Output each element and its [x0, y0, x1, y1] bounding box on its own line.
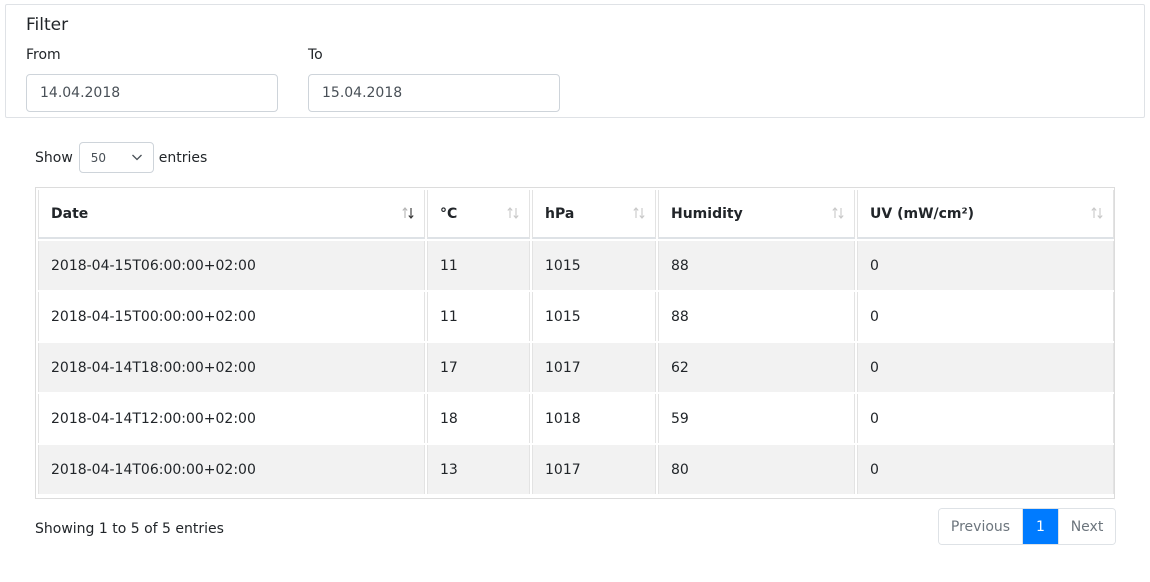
data-table-container: Date °C hPa Humidity UV (mW/cm²) 2018-04-15T…	[35, 187, 1115, 499]
filter-title: Filter	[26, 15, 69, 35]
table-cell: 0	[857, 445, 1114, 494]
table-cell: 0	[857, 343, 1114, 392]
table-cell: 18	[427, 394, 530, 443]
column-header-0[interactable]: Date	[38, 190, 425, 239]
table-cell: 1015	[532, 241, 656, 290]
table-cell: 13	[427, 445, 530, 494]
column-header-3[interactable]: Humidity	[658, 190, 855, 239]
column-header-1[interactable]: °C	[427, 190, 530, 239]
entries-label: entries	[158, 149, 208, 166]
table-row: 2018-04-14T12:00:00+02:00 18 1018 59 0	[38, 394, 1114, 443]
table-cell: 2018-04-15T00:00:00+02:00	[38, 292, 425, 341]
table-cell: 11	[427, 241, 530, 290]
column-header-label: °C	[440, 205, 458, 222]
column-header-2[interactable]: hPa	[532, 190, 656, 239]
table-cell: 1018	[532, 394, 656, 443]
table-cell: 1015	[532, 292, 656, 341]
pagination: Previous 1 Next	[938, 508, 1116, 545]
entries-per-page-select[interactable]: 50	[78, 142, 154, 173]
table-cell: 88	[658, 241, 855, 290]
table-cell: 80	[658, 445, 855, 494]
entries-length-control: Show 50 entries	[35, 142, 207, 173]
table-row: 2018-04-14T18:00:00+02:00 17 1017 62 0	[38, 343, 1114, 392]
show-label: Show	[35, 149, 73, 166]
from-date-input[interactable]	[26, 74, 278, 112]
table-cell: 0	[857, 394, 1114, 443]
table-cell: 2018-04-14T18:00:00+02:00	[38, 343, 425, 392]
chevron-down-icon	[131, 154, 142, 161]
column-header-label: hPa	[545, 205, 575, 222]
table-cell: 11	[427, 292, 530, 341]
column-header-label: UV (mW/cm²)	[870, 205, 975, 222]
table-cell: 62	[658, 343, 855, 392]
table-cell: 2018-04-15T06:00:00+02:00	[38, 241, 425, 290]
table-cell: 0	[857, 241, 1114, 290]
to-label: To	[308, 47, 323, 63]
table-body: 2018-04-15T06:00:00+02:00 11 1015 88 0 2018-0…	[38, 241, 1114, 494]
table-cell: 88	[658, 292, 855, 341]
table-row: 2018-04-15T00:00:00+02:00 11 1015 88 0	[38, 292, 1114, 341]
table-row: 2018-04-14T06:00:00+02:00 13 1017 80 0	[38, 445, 1114, 494]
sort-both-icon	[832, 207, 844, 219]
filter-panel: Filter From To	[5, 4, 1145, 118]
sort-both-icon	[507, 207, 519, 219]
table-cell: 59	[658, 394, 855, 443]
sort-both-icon	[633, 207, 645, 219]
from-label: From	[26, 47, 61, 63]
page-1-button[interactable]: 1	[1023, 509, 1058, 544]
next-page-button[interactable]: Next	[1058, 509, 1115, 544]
previous-page-button[interactable]: Previous	[939, 509, 1023, 544]
table-cell: 2018-04-14T06:00:00+02:00	[38, 445, 425, 494]
table-info: Showing 1 to 5 of 5 entries	[35, 521, 224, 537]
weather-data-table: Date °C hPa Humidity UV (mW/cm²) 2018-04-15T…	[36, 188, 1116, 496]
table-cell: 1017	[532, 445, 656, 494]
column-header-label: Date	[51, 205, 89, 222]
table-row: 2018-04-15T06:00:00+02:00 11 1015 88 0	[38, 241, 1114, 290]
table-cell: 2018-04-14T12:00:00+02:00	[38, 394, 425, 443]
table-cell: 0	[857, 292, 1114, 341]
sort-desc-icon	[402, 207, 414, 219]
column-header-label: Humidity	[671, 205, 743, 222]
table-cell: 1017	[532, 343, 656, 392]
sort-both-icon	[1091, 207, 1103, 219]
to-date-input[interactable]	[308, 74, 560, 112]
column-header-4[interactable]: UV (mW/cm²)	[857, 190, 1114, 239]
table-cell: 17	[427, 343, 530, 392]
entries-per-page-value: 50	[90, 150, 107, 165]
table-header-row: Date °C hPa Humidity UV (mW/cm²)	[38, 190, 1114, 239]
